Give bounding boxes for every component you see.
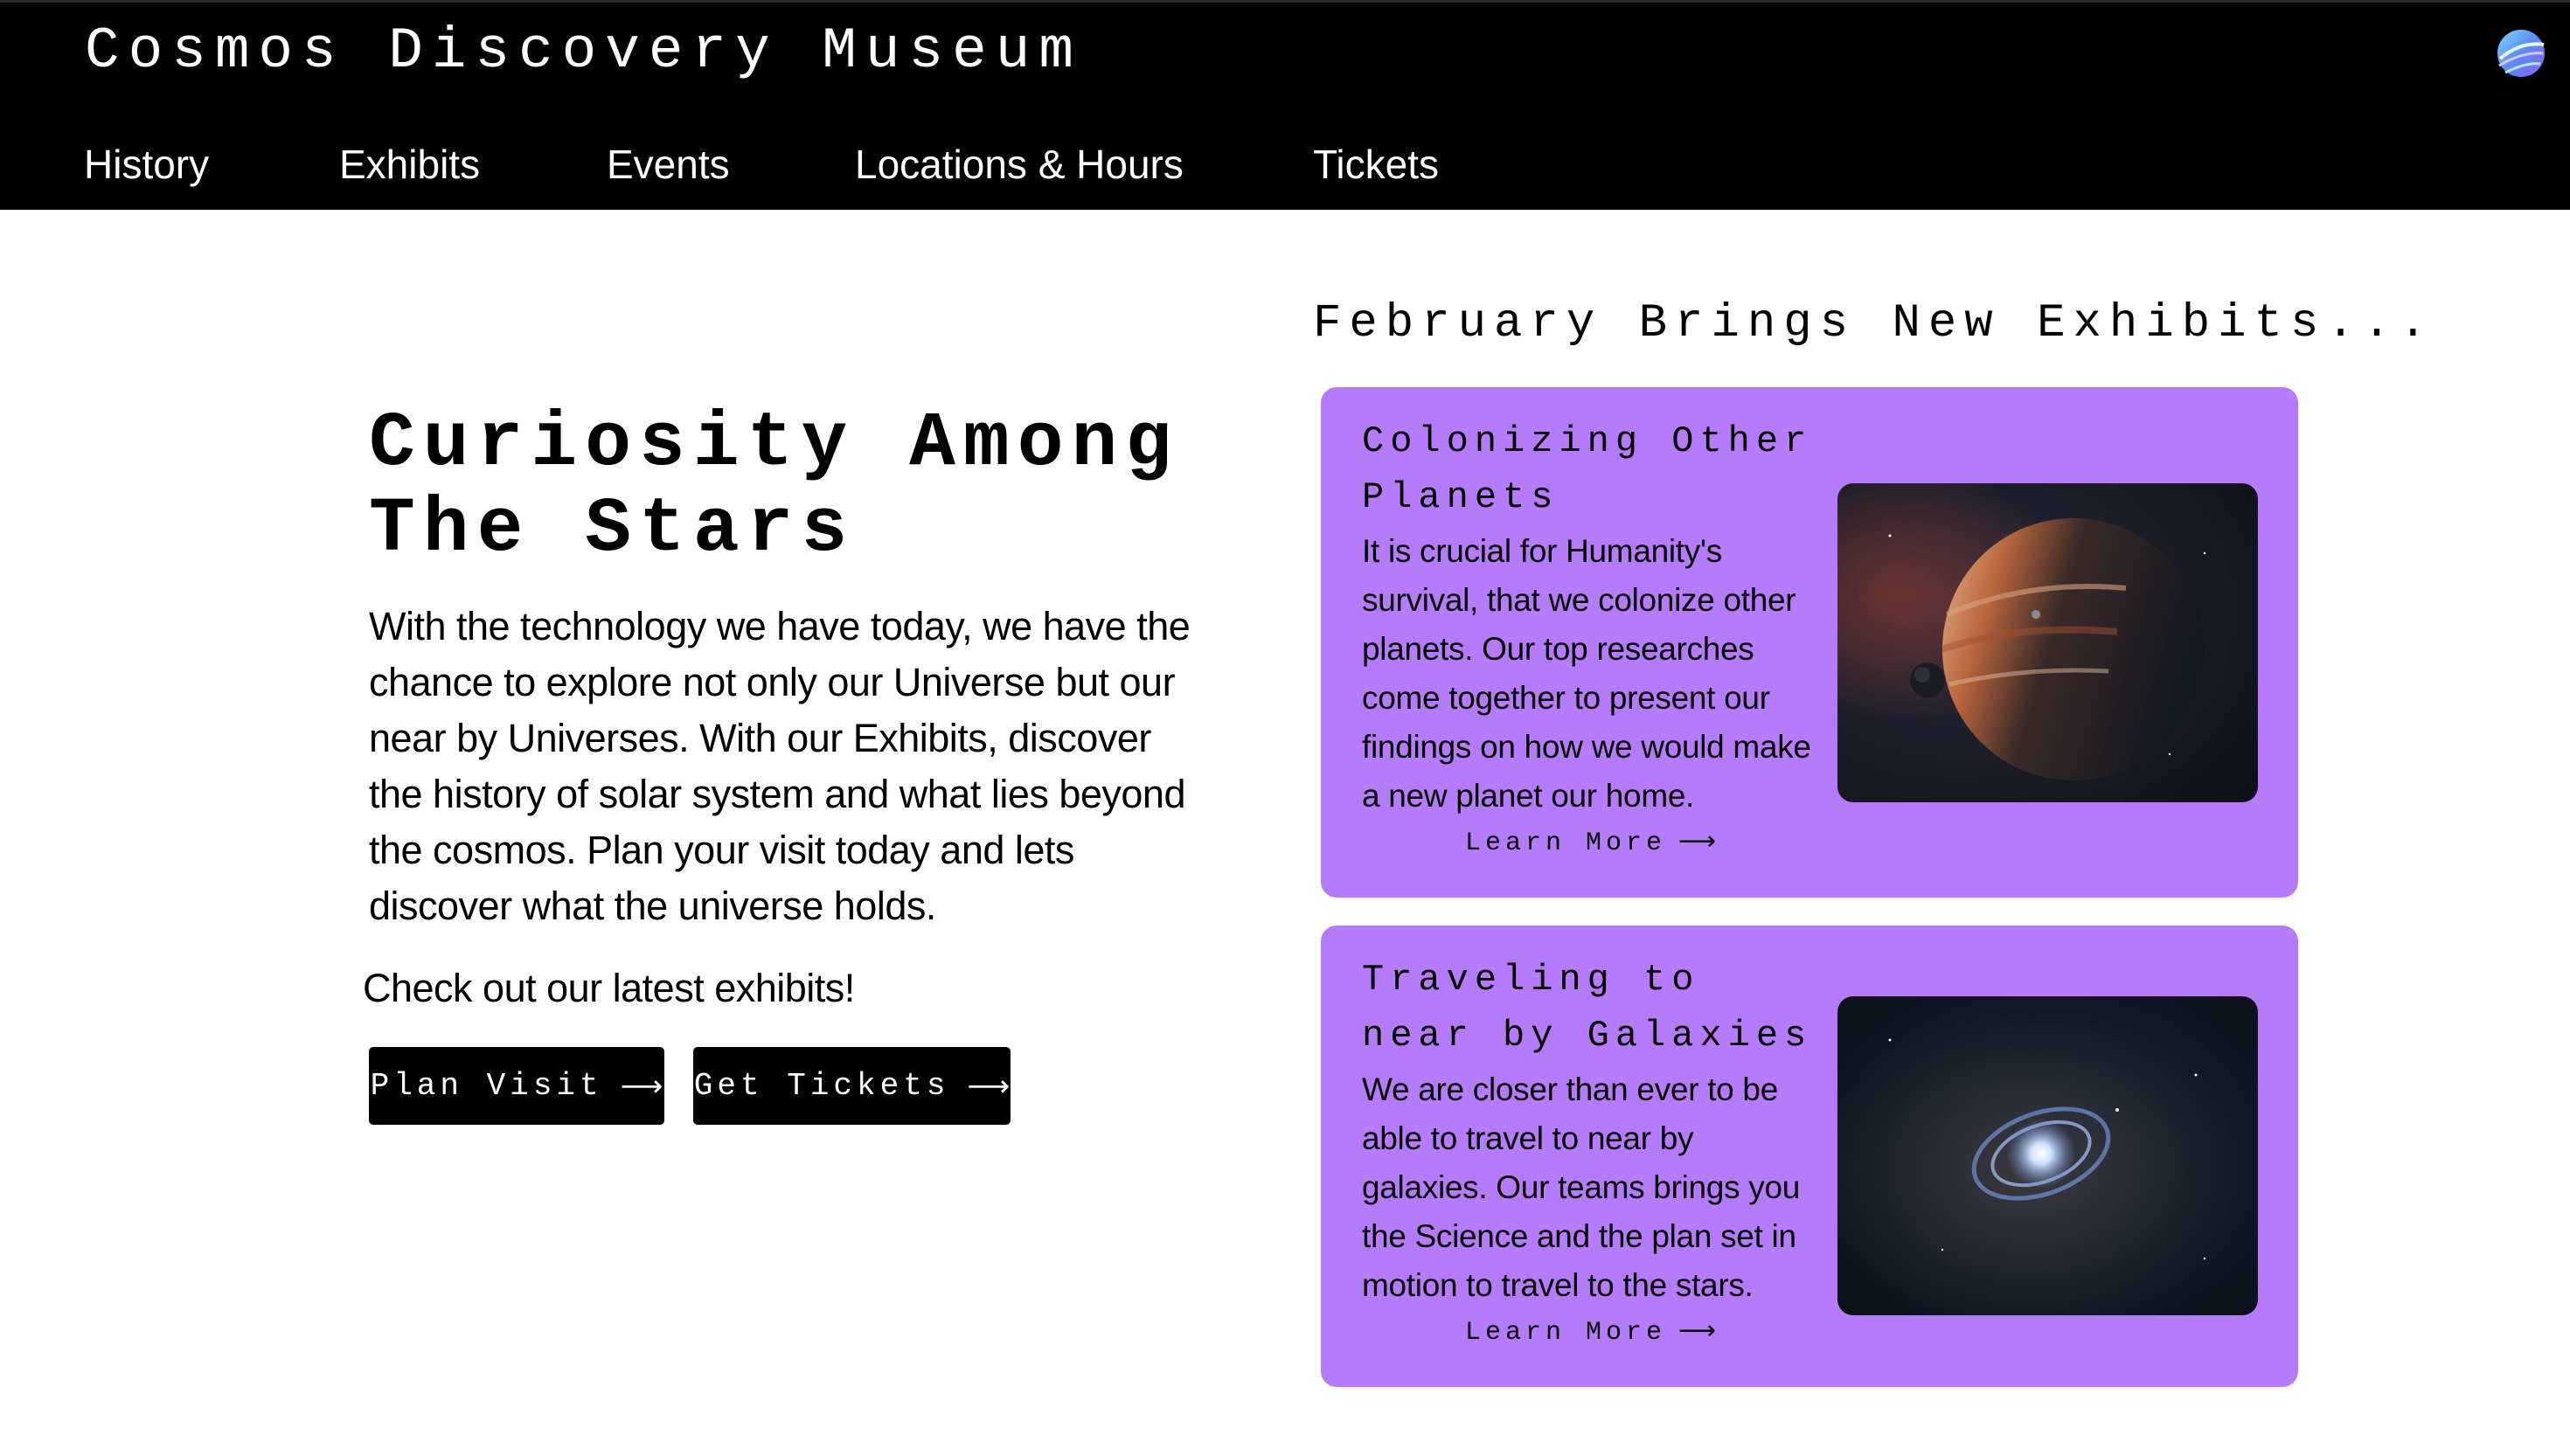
site-header: Cosmos Discovery Museum History Exhibits… bbox=[0, 0, 2570, 210]
arrow-right-icon: ⟶ bbox=[967, 1068, 1011, 1104]
exhibit-card-title: Traveling to near by Galaxies bbox=[1362, 959, 1813, 1057]
hero-body: With the technology we have today, we ha… bbox=[369, 604, 1191, 928]
nav-history[interactable]: History bbox=[84, 141, 209, 188]
hero-subheading: Check out our latest exhibits! bbox=[363, 966, 855, 1010]
exhibits-section-title: February Brings New Exhibits... bbox=[1313, 297, 2435, 350]
nav-events[interactable]: Events bbox=[607, 141, 730, 188]
arrow-right-icon: ⟶ bbox=[1678, 826, 1717, 856]
gas-giant-planet-image bbox=[1837, 483, 2258, 802]
planet-logo-icon[interactable] bbox=[2493, 25, 2549, 81]
learn-more-link[interactable]: Learn More ⟶ bbox=[1465, 826, 1716, 858]
exhibit-card-colonizing: Colonizing Other Planets It is crucial f… bbox=[1321, 387, 2298, 898]
exhibit-card-galaxies: Traveling to near by Galaxies We are clo… bbox=[1321, 926, 2298, 1387]
learn-more-label: Learn More bbox=[1465, 1318, 1667, 1348]
nav-locations-hours[interactable]: Locations & Hours bbox=[855, 141, 1184, 188]
site-title[interactable]: Cosmos Discovery Museum bbox=[85, 18, 1082, 84]
plan-visit-button[interactable]: Plan Visit ⟶ bbox=[369, 1047, 664, 1125]
exhibit-card-body: It is crucial for Humanity's survival, t… bbox=[1362, 533, 1811, 814]
arrow-right-icon: ⟶ bbox=[1678, 1315, 1717, 1346]
exhibit-card-body: We are closer than ever to be able to tr… bbox=[1362, 1071, 1801, 1303]
learn-more-link[interactable]: Learn More ⟶ bbox=[1465, 1315, 1716, 1348]
get-tickets-label: Get Tickets bbox=[693, 1068, 950, 1104]
exhibit-card-title: Colonizing Other Planets bbox=[1362, 420, 1813, 518]
hero-title: Curiosity Among The Stars bbox=[369, 401, 1180, 573]
arrow-right-icon: ⟶ bbox=[620, 1068, 663, 1104]
learn-more-label: Learn More bbox=[1465, 829, 1667, 858]
nav-tickets[interactable]: Tickets bbox=[1313, 141, 1439, 188]
get-tickets-button[interactable]: Get Tickets ⟶ bbox=[693, 1047, 1011, 1125]
nav-exhibits[interactable]: Exhibits bbox=[339, 141, 480, 188]
plan-visit-label: Plan Visit bbox=[370, 1068, 603, 1104]
spiral-galaxy-image bbox=[1837, 996, 2258, 1315]
